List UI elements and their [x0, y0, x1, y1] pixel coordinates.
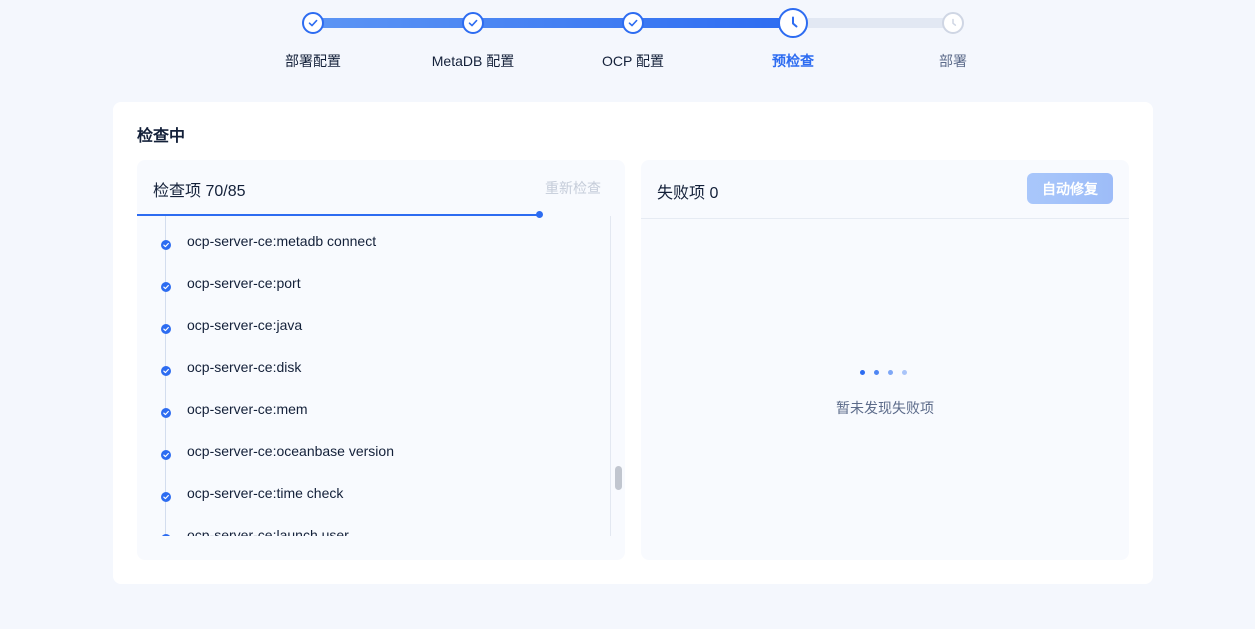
check-panel-header: 检查项 70/85 重新检查 [137, 160, 625, 216]
check-items-panel: 检查项 70/85 重新检查 ocp-server-ce:metadb conn… [137, 160, 625, 560]
recheck-button[interactable]: 重新检查 [545, 178, 601, 198]
check-items-count: 检查项 70/85 [153, 183, 246, 200]
list-item: ocp-server-ce:metadb connect [137, 227, 607, 269]
fail-panel-header: 失败项 0 自动修复 [641, 160, 1129, 216]
scrollbar[interactable] [610, 216, 624, 536]
check-circle-icon [161, 534, 171, 536]
check-circle-icon [161, 324, 171, 334]
check-circle-icon [161, 450, 171, 460]
list-item: ocp-server-ce:port [137, 269, 607, 311]
check-item-label: ocp-server-ce:mem [187, 401, 308, 417]
check-item-label: ocp-server-ce:metadb connect [187, 233, 377, 249]
loading-dot [888, 370, 893, 375]
list-item: ocp-server-ce:oceanbase version [137, 437, 607, 479]
check-icon [622, 12, 644, 34]
empty-state-text: 暂未发现失败项 [836, 400, 934, 416]
clock-icon [778, 8, 808, 38]
check-item-label: ocp-server-ce:time check [187, 485, 344, 501]
list-item: ocp-server-ce:launch user [137, 521, 607, 536]
check-icon [302, 12, 324, 34]
check-item-label: ocp-server-ce:launch user [187, 527, 349, 536]
card-title: 检查中 [137, 128, 186, 145]
check-circle-icon [161, 240, 171, 250]
check-item-label: ocp-server-ce:java [187, 317, 303, 333]
step-label: 预检查 [772, 53, 814, 69]
failed-items-count: 失败项 0 [657, 185, 719, 202]
stepper-track-progress [313, 18, 793, 28]
check-circle-icon [161, 492, 171, 502]
step-label: MetaDB 配置 [431, 53, 515, 69]
list-item: ocp-server-ce:mem [137, 395, 607, 437]
step-label: OCP 配置 [602, 53, 664, 69]
check-circle-icon [161, 282, 171, 292]
auto-fix-button[interactable]: 自动修复 [1027, 173, 1113, 204]
stepper: 部署配置 MetaDB 配置 OCP 配置 预检查 部署 [0, 0, 1255, 90]
step-label: 部署配置 [285, 53, 341, 69]
check-circle-icon [161, 366, 171, 376]
precheck-card: 检查中 检查项 70/85 重新检查 ocp-server-ce:metadb … [113, 102, 1153, 584]
check-item-label: ocp-server-ce:oceanbase version [187, 443, 394, 459]
divider [641, 218, 1129, 219]
list-item: ocp-server-ce:disk [137, 353, 607, 395]
loading-indicator [860, 370, 920, 378]
check-items-list[interactable]: ocp-server-ce:metadb connect ocp-server-… [137, 216, 611, 536]
check-circle-icon [161, 408, 171, 418]
failed-items-panel: 失败项 0 自动修复 暂未发现失败项 [641, 160, 1129, 560]
list-item: ocp-server-ce:time check [137, 479, 607, 521]
check-item-label: ocp-server-ce:port [187, 275, 301, 291]
loading-dot [874, 370, 879, 375]
loading-dot [902, 370, 907, 375]
loading-dot [860, 370, 865, 375]
scrollbar-thumb[interactable] [615, 466, 622, 490]
list-item: ocp-server-ce:java [137, 311, 607, 353]
step-label: 部署 [939, 53, 967, 69]
check-item-label: ocp-server-ce:disk [187, 359, 302, 375]
check-icon [462, 12, 484, 34]
clock-icon [942, 12, 964, 34]
